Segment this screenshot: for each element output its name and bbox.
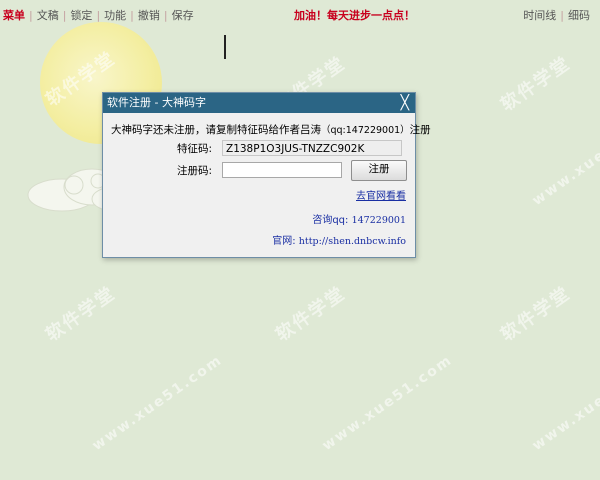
toolbar-separator: | xyxy=(29,9,33,22)
watermark-url: www.xue51.com xyxy=(319,351,456,455)
text-cursor xyxy=(224,35,226,59)
registration-notice: 大神码字还未注册，请复制特征码给作者吕涛（qq:147229001）注册 xyxy=(111,122,431,137)
toolbar-right: 时间线 | 细码 xyxy=(523,7,590,23)
watermark-text: 软件学堂 xyxy=(497,282,575,346)
watermark-text: 软件学堂 xyxy=(272,282,350,346)
dialog-title: 软件注册 - 大神码字 xyxy=(107,96,206,109)
contact-qq-label: 咨询qq: xyxy=(312,215,349,226)
watermark-url: www.xue51.com xyxy=(529,351,600,455)
toolbar-item-detail[interactable]: 细码 xyxy=(568,9,590,22)
dialog-titlebar[interactable]: 软件注册 - 大神码字 ╳ xyxy=(103,93,415,113)
toolbar-item-lock[interactable]: 锁定 xyxy=(70,7,92,23)
close-icon[interactable]: ╳ xyxy=(401,93,409,113)
toolbar-separator: | xyxy=(96,9,101,22)
contact-qq: 咨询qq: 147229001 xyxy=(312,211,406,226)
official-site-label: 官网: xyxy=(272,236,296,247)
menu-button[interactable]: 菜单 xyxy=(3,7,25,23)
feature-code-field[interactable]: Z138P1O3JUS-TNZZC902K xyxy=(222,140,402,156)
notice-text: 大神码字还未注册，请复制特征码给作者吕涛 xyxy=(111,124,321,136)
official-site: 官网: http://shen.dnbcw.info xyxy=(272,232,406,247)
notice-qq: （qq:147229001） xyxy=(321,125,410,136)
toolbar-item-save[interactable]: 保存 xyxy=(172,7,194,23)
toolbar-separator: | xyxy=(163,9,168,22)
watermark-text: 软件学堂 xyxy=(42,282,120,346)
toolbar-item-wengao[interactable]: 文稿 xyxy=(37,7,59,23)
toolbar-item-undo[interactable]: 撤销 xyxy=(138,7,160,23)
toolbar-separator: | xyxy=(62,9,67,22)
watermark-text: 软件学堂 xyxy=(497,52,575,116)
toolbar-left: 菜单 | 文稿 | 锁定 | 功能 | 撤销 | 保存 xyxy=(3,7,194,23)
reg-code-label: 注册码: xyxy=(177,165,213,177)
website-link[interactable]: 去官网看看 xyxy=(356,187,406,202)
watermark-url: www.xue51.com xyxy=(529,106,600,210)
registration-dialog: 软件注册 - 大神码字 ╳ 大神码字还未注册，请复制特征码给作者吕涛（qq:14… xyxy=(102,92,431,258)
toolbar-item-timeline[interactable]: 时间线 xyxy=(523,9,556,22)
official-site-url[interactable]: http://shen.dnbcw.info xyxy=(299,236,406,247)
reg-code-input[interactable] xyxy=(222,162,342,178)
toolbar-item-function[interactable]: 功能 xyxy=(104,7,126,23)
register-button[interactable]: 注册 xyxy=(351,160,407,181)
toolbar-separator: | xyxy=(130,9,134,22)
feature-code-label: 特征码: xyxy=(177,143,213,155)
watermark-url: www.xue51.com xyxy=(89,351,226,455)
contact-qq-value: 147229001 xyxy=(351,215,406,226)
toolbar-separator: | xyxy=(560,9,564,22)
slogan-text: 加油！每天进步一点点！ xyxy=(294,9,415,22)
notice-end: 注册 xyxy=(409,124,431,136)
